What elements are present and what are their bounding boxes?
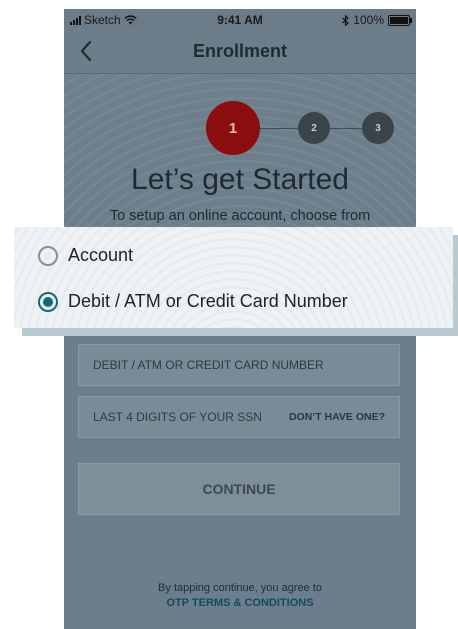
status-right: 100%	[342, 13, 412, 27]
terms-text: By tapping continue, you agree to	[158, 582, 322, 594]
card-number-placeholder: DEBIT / ATM OR CREDIT CARD NUMBER	[93, 358, 324, 372]
step-1: 1	[206, 101, 260, 155]
option-selector: Account Debit / ATM or Credit Card Numbe…	[14, 227, 453, 328]
option-account[interactable]: Account	[38, 245, 133, 266]
step-3: 3	[362, 112, 394, 144]
status-bar: Sketch 9:41 AM 100%	[64, 9, 416, 29]
step-indicator: 1 2 3	[206, 101, 396, 155]
nav-bar: Enrollment	[64, 29, 416, 74]
radio-unchecked-icon[interactable]	[38, 245, 58, 266]
headline: Let’s get Started	[131, 163, 349, 196]
battery-icon	[388, 14, 412, 26]
page-title: Enrollment	[192, 41, 287, 61]
continue-button[interactable]: CONTINUE	[78, 463, 400, 515]
option-card-label: Debit / ATM or Credit Card Number	[68, 291, 348, 311]
terms-notice: By tapping continue, you agree to OTP TE…	[64, 582, 416, 609]
card-number-field[interactable]: DEBIT / ATM OR CREDIT CARD NUMBER	[78, 344, 400, 386]
bluetooth-icon	[342, 14, 350, 26]
ssn-field[interactable]: LAST 4 DIGITS OF YOUR SSN DON’T HAVE ONE…	[78, 396, 400, 438]
step-2: 2	[298, 112, 330, 144]
option-account-label: Account	[68, 245, 134, 265]
radio-checked-icon[interactable]	[38, 291, 58, 312]
ssn-placeholder: LAST 4 DIGITS OF YOUR SSN	[93, 410, 262, 424]
subtext: To setup an online account, choose from	[109, 208, 371, 224]
dont-have-one-link[interactable]: DON’T HAVE ONE?	[289, 411, 385, 423]
terms-link[interactable]: OTP TERMS & CONDITIONS	[64, 597, 416, 609]
battery-percent: 100%	[353, 13, 384, 27]
option-card[interactable]: Debit / ATM or Credit Card Number	[38, 291, 348, 312]
